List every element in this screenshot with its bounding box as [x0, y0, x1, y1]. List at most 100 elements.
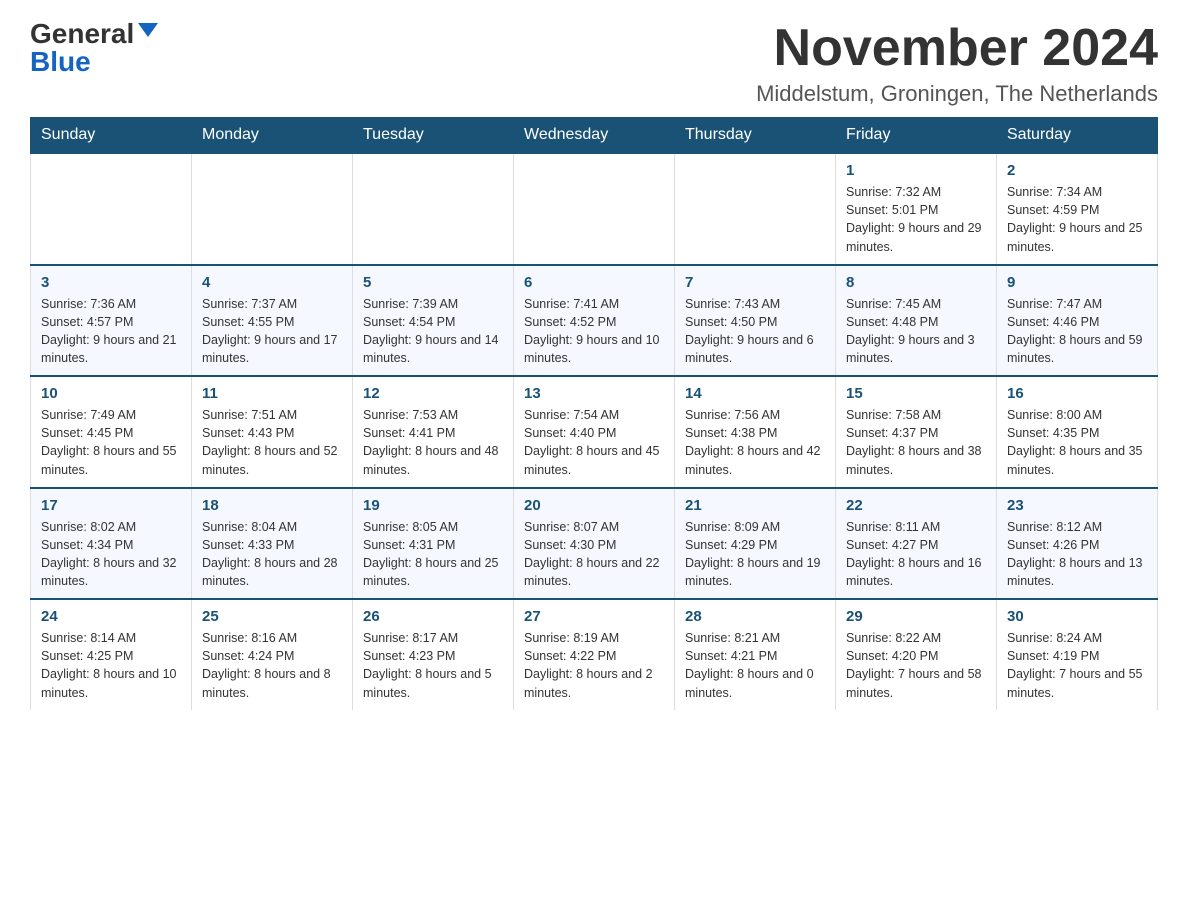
page-header: General Blue November 2024 Middelstum, G…: [30, 20, 1158, 107]
day-number: 26: [363, 608, 503, 625]
day-info: Sunrise: 8:21 AM Sunset: 4:21 PM Dayligh…: [685, 629, 825, 702]
day-number: 1: [846, 162, 986, 179]
day-number: 10: [41, 385, 181, 402]
calendar-cell: 6Sunrise: 7:41 AM Sunset: 4:52 PM Daylig…: [514, 265, 675, 377]
calendar-cell: 3Sunrise: 7:36 AM Sunset: 4:57 PM Daylig…: [31, 265, 192, 377]
header-row: SundayMondayTuesdayWednesdayThursdayFrid…: [31, 118, 1158, 154]
calendar-cell: 16Sunrise: 8:00 AM Sunset: 4:35 PM Dayli…: [997, 376, 1158, 488]
header-cell-monday: Monday: [192, 118, 353, 154]
day-number: 29: [846, 608, 986, 625]
day-info: Sunrise: 7:51 AM Sunset: 4:43 PM Dayligh…: [202, 406, 342, 479]
day-number: 20: [524, 497, 664, 514]
calendar-header: SundayMondayTuesdayWednesdayThursdayFrid…: [31, 118, 1158, 154]
day-number: 11: [202, 385, 342, 402]
day-number: 4: [202, 274, 342, 291]
calendar-cell: 5Sunrise: 7:39 AM Sunset: 4:54 PM Daylig…: [353, 265, 514, 377]
calendar-body: 1 Sunrise: 7:32 AM Sunset: 5:01 PM Daylig…: [31, 153, 1158, 710]
day-number: 9: [1007, 274, 1147, 291]
day-number: 17: [41, 497, 181, 514]
header-cell-saturday: Saturday: [997, 118, 1158, 154]
calendar-cell: 22 Sunrise: 8:11 AM Sunset: 4:27 PM Dayli…: [836, 488, 997, 600]
calendar-cell: 12 Sunrise: 7:53 AM Sunset: 4:41 PM Dayli…: [353, 376, 514, 488]
day-info: Sunrise: 8:17 AM Sunset: 4:23 PM Dayligh…: [363, 629, 503, 702]
calendar-cell: 13Sunrise: 7:54 AM Sunset: 4:40 PM Dayli…: [514, 376, 675, 488]
month-title: November 2024: [756, 20, 1158, 77]
day-number: 30: [1007, 608, 1147, 625]
day-number: 23: [1007, 497, 1147, 514]
day-info: Sunrise: 8:24 AM Sunset: 4:19 PM Dayligh…: [1007, 629, 1147, 702]
day-info: Sunrise: 8:22 AM Sunset: 4:20 PM Dayligh…: [846, 629, 986, 702]
calendar-week-1: 1 Sunrise: 7:32 AM Sunset: 5:01 PM Daylig…: [31, 153, 1158, 265]
calendar-cell: 27Sunrise: 8:19 AM Sunset: 4:22 PM Dayli…: [514, 599, 675, 710]
calendar-cell: [353, 153, 514, 265]
calendar-cell: 1 Sunrise: 7:32 AM Sunset: 5:01 PM Daylig…: [836, 153, 997, 265]
calendar-cell: 10 Sunrise: 7:49 AM Sunset: 4:45 PM Dayli…: [31, 376, 192, 488]
calendar-cell: 26 Sunrise: 8:17 AM Sunset: 4:23 PM Dayli…: [353, 599, 514, 710]
day-number: 16: [1007, 385, 1147, 402]
day-number: 18: [202, 497, 342, 514]
calendar-cell: 20 Sunrise: 8:07 AM Sunset: 4:30 PM Dayli…: [514, 488, 675, 600]
calendar-cell: 18 Sunrise: 8:04 AM Sunset: 4:33 PM Dayli…: [192, 488, 353, 600]
day-number: 22: [846, 497, 986, 514]
logo-triangle-icon: [138, 23, 158, 37]
day-number: 13: [524, 385, 664, 402]
day-number: 15: [846, 385, 986, 402]
day-number: 24: [41, 608, 181, 625]
calendar-week-4: 17 Sunrise: 8:02 AM Sunset: 4:34 PM Dayli…: [31, 488, 1158, 600]
day-info: Sunrise: 8:11 AM Sunset: 4:27 PM Dayligh…: [846, 518, 986, 591]
day-info: Sunrise: 8:02 AM Sunset: 4:34 PM Dayligh…: [41, 518, 181, 591]
day-number: 12: [363, 385, 503, 402]
day-info: Sunrise: 8:07 AM Sunset: 4:30 PM Dayligh…: [524, 518, 664, 591]
day-info: Sunrise: 7:49 AM Sunset: 4:45 PM Dayligh…: [41, 406, 181, 479]
calendar-cell: [514, 153, 675, 265]
day-info: Sunrise: 7:53 AM Sunset: 4:41 PM Dayligh…: [363, 406, 503, 479]
calendar-cell: 14 Sunrise: 7:56 AM Sunset: 4:38 PM Dayli…: [675, 376, 836, 488]
header-cell-wednesday: Wednesday: [514, 118, 675, 154]
header-cell-thursday: Thursday: [675, 118, 836, 154]
day-info: Sunrise: 8:09 AM Sunset: 4:29 PM Dayligh…: [685, 518, 825, 591]
calendar-cell: 7Sunrise: 7:43 AM Sunset: 4:50 PM Daylig…: [675, 265, 836, 377]
header-cell-friday: Friday: [836, 118, 997, 154]
day-number: 27: [524, 608, 664, 625]
calendar-week-5: 24 Sunrise: 8:14 AM Sunset: 4:25 PM Dayli…: [31, 599, 1158, 710]
day-info: Sunrise: 8:16 AM Sunset: 4:24 PM Dayligh…: [202, 629, 342, 702]
calendar-cell: 17 Sunrise: 8:02 AM Sunset: 4:34 PM Dayli…: [31, 488, 192, 600]
header-cell-tuesday: Tuesday: [353, 118, 514, 154]
day-info: Sunrise: 7:34 AM Sunset: 4:59 PM Dayligh…: [1007, 183, 1147, 256]
calendar-cell: 8Sunrise: 7:45 AM Sunset: 4:48 PM Daylig…: [836, 265, 997, 377]
day-info: Sunrise: 8:05 AM Sunset: 4:31 PM Dayligh…: [363, 518, 503, 591]
calendar-cell: 4 Sunrise: 7:37 AM Sunset: 4:55 PM Daylig…: [192, 265, 353, 377]
day-number: 28: [685, 608, 825, 625]
calendar-cell: 29 Sunrise: 8:22 AM Sunset: 4:20 PM Dayli…: [836, 599, 997, 710]
day-info: Sunrise: 7:58 AM Sunset: 4:37 PM Dayligh…: [846, 406, 986, 479]
calendar-cell: 23 Sunrise: 8:12 AM Sunset: 4:26 PM Dayli…: [997, 488, 1158, 600]
calendar-cell: 2Sunrise: 7:34 AM Sunset: 4:59 PM Daylig…: [997, 153, 1158, 265]
day-number: 5: [363, 274, 503, 291]
location-title: Middelstum, Groningen, The Netherlands: [756, 81, 1158, 107]
calendar-cell: 19Sunrise: 8:05 AM Sunset: 4:31 PM Dayli…: [353, 488, 514, 600]
day-info: Sunrise: 7:32 AM Sunset: 5:01 PM Dayligh…: [846, 183, 986, 256]
calendar-week-2: 3Sunrise: 7:36 AM Sunset: 4:57 PM Daylig…: [31, 265, 1158, 377]
calendar-cell: [675, 153, 836, 265]
logo-blue-text: Blue: [30, 48, 91, 76]
day-number: 14: [685, 385, 825, 402]
day-info: Sunrise: 7:37 AM Sunset: 4:55 PM Dayligh…: [202, 295, 342, 368]
title-block: November 2024 Middelstum, Groningen, The…: [756, 20, 1158, 107]
logo-general-text: General: [30, 20, 134, 48]
calendar-cell: 28 Sunrise: 8:21 AM Sunset: 4:21 PM Dayli…: [675, 599, 836, 710]
calendar-table: SundayMondayTuesdayWednesdayThursdayFrid…: [30, 117, 1158, 710]
calendar-cell: [31, 153, 192, 265]
day-info: Sunrise: 7:56 AM Sunset: 4:38 PM Dayligh…: [685, 406, 825, 479]
day-number: 7: [685, 274, 825, 291]
calendar-cell: 24 Sunrise: 8:14 AM Sunset: 4:25 PM Dayli…: [31, 599, 192, 710]
header-cell-sunday: Sunday: [31, 118, 192, 154]
calendar-cell: 15 Sunrise: 7:58 AM Sunset: 4:37 PM Dayli…: [836, 376, 997, 488]
day-number: 21: [685, 497, 825, 514]
day-info: Sunrise: 7:47 AM Sunset: 4:46 PM Dayligh…: [1007, 295, 1147, 368]
calendar-cell: 11 Sunrise: 7:51 AM Sunset: 4:43 PM Dayli…: [192, 376, 353, 488]
day-info: Sunrise: 8:04 AM Sunset: 4:33 PM Dayligh…: [202, 518, 342, 591]
day-info: Sunrise: 8:14 AM Sunset: 4:25 PM Dayligh…: [41, 629, 181, 702]
day-info: Sunrise: 8:12 AM Sunset: 4:26 PM Dayligh…: [1007, 518, 1147, 591]
calendar-cell: 9 Sunrise: 7:47 AM Sunset: 4:46 PM Daylig…: [997, 265, 1158, 377]
day-number: 25: [202, 608, 342, 625]
